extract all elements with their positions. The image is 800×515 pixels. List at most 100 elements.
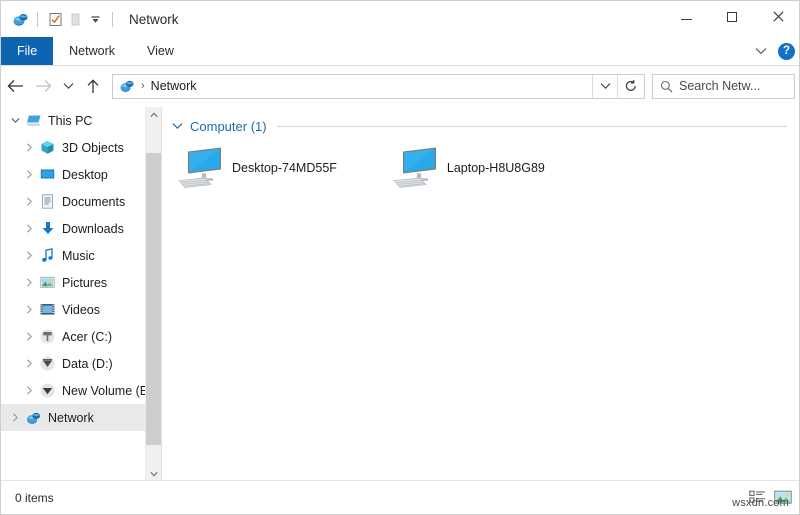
expand-chevron-icon[interactable] [21, 251, 38, 260]
sidebar-item-new-volume-e[interactable]: New Volume (E:) [1, 377, 161, 404]
scrollbar-thumb[interactable] [146, 153, 161, 445]
sidebar-item-label: New Volume (E:) [62, 384, 156, 398]
window-controls [663, 1, 800, 32]
sidebar-item-label: Desktop [62, 168, 108, 182]
expand-chevron-icon[interactable] [21, 386, 38, 395]
tab-network[interactable]: Network [53, 37, 131, 65]
new-folder-icon[interactable] [65, 9, 85, 29]
network-icon[interactable] [10, 9, 30, 29]
scroll-up-icon[interactable] [146, 107, 161, 123]
navigation-pane-scrollbar[interactable] [145, 107, 161, 482]
sidebar-item-label: Pictures [62, 276, 107, 290]
documents-icon [38, 194, 57, 209]
status-item-count: 0 items [15, 491, 54, 505]
address-dropdown-chevron-icon[interactable] [592, 75, 617, 98]
up-button[interactable] [79, 71, 107, 101]
expand-chevron-icon[interactable] [21, 170, 38, 179]
expand-chevron-icon[interactable] [21, 224, 38, 233]
group-collapse-chevron-icon[interactable] [172, 121, 183, 133]
collapse-ribbon-chevron-icon[interactable] [755, 42, 767, 60]
expand-chevron-icon[interactable] [21, 359, 38, 368]
music-icon [38, 248, 57, 263]
group-label: Computer (1) [190, 119, 267, 134]
sidebar-item-label: Music [62, 249, 95, 263]
sidebar-item-pictures[interactable]: Pictures [1, 269, 161, 296]
sidebar-item-label: Videos [62, 303, 100, 317]
file-explorer-window: Network File Network View [0, 0, 800, 515]
expand-chevron-icon[interactable] [7, 117, 24, 124]
search-icon [653, 80, 679, 93]
address-bar: › Network Search Netw... [1, 66, 800, 106]
expand-chevron-icon[interactable] [7, 413, 24, 422]
pictures-icon [38, 276, 57, 289]
drive-icon [38, 356, 57, 371]
watermark: wsxdn.com [732, 497, 789, 509]
list-item-label: Laptop-H8U8G89 [447, 161, 545, 175]
close-button[interactable] [755, 1, 800, 32]
desktop-icon [38, 168, 57, 181]
expand-chevron-icon[interactable] [21, 278, 38, 287]
network-icon [24, 410, 43, 426]
search-placeholder: Search Netw... [679, 79, 760, 93]
computer-icon [174, 145, 228, 191]
ribbon-tab-bar: File Network View ? [1, 37, 800, 65]
forward-button[interactable] [29, 71, 57, 101]
downloads-icon [38, 221, 57, 236]
title-bar: Network [1, 1, 800, 37]
breadcrumb-network-icon [119, 78, 135, 94]
file-items-container: Desktop-74MD55F [162, 134, 800, 196]
search-input[interactable]: Search Netw... [652, 74, 795, 99]
content-area: This PC 3D Objects [1, 107, 800, 482]
sidebar-item-this-pc[interactable]: This PC [1, 107, 161, 134]
drive-icon [38, 329, 57, 344]
tab-view[interactable]: View [131, 37, 190, 65]
window-title: Network [129, 12, 179, 27]
back-button[interactable] [1, 71, 29, 101]
sidebar-item-label: Documents [62, 195, 125, 209]
sidebar-item-label: This PC [48, 114, 92, 128]
file-list-pane[interactable]: Computer (1) [161, 107, 800, 482]
breadcrumb-separator: › [141, 80, 145, 92]
maximize-button[interactable] [709, 1, 755, 32]
status-bar: 0 items wsxdn.com [1, 480, 800, 514]
refresh-button[interactable] [617, 75, 644, 98]
sidebar-item-downloads[interactable]: Downloads [1, 215, 161, 242]
breadcrumb-path: Network [151, 79, 197, 93]
minimize-button[interactable] [663, 1, 709, 32]
videos-icon [38, 303, 57, 316]
breadcrumb[interactable]: › Network [112, 74, 645, 99]
properties-icon[interactable] [45, 9, 65, 29]
ribbon-right-controls: ? [755, 37, 795, 65]
computer-icon [389, 145, 443, 191]
qat-divider-2 [112, 12, 113, 27]
quick-access-toolbar: Network [1, 1, 179, 37]
expand-chevron-icon[interactable] [21, 197, 38, 206]
sidebar-item-label: Downloads [62, 222, 124, 236]
sidebar-item-label: Acer (C:) [62, 330, 112, 344]
drive-icon [38, 383, 57, 398]
sidebar-item-music[interactable]: Music [1, 242, 161, 269]
group-header[interactable]: Computer (1) [162, 107, 800, 134]
help-icon[interactable]: ? [778, 43, 795, 60]
customize-chevron-icon[interactable] [85, 9, 105, 29]
expand-chevron-icon[interactable] [21, 305, 38, 314]
3d-objects-icon [38, 140, 57, 155]
sidebar-item-videos[interactable]: Videos [1, 296, 161, 323]
sidebar-item-documents[interactable]: Documents [1, 188, 161, 215]
expand-chevron-icon[interactable] [21, 143, 38, 152]
sidebar-item-acer-c[interactable]: Acer (C:) [1, 323, 161, 350]
sidebar-item-data-d[interactable]: Data (D:) [1, 350, 161, 377]
this-pc-icon [24, 114, 43, 128]
sidebar-item-3d-objects[interactable]: 3D Objects [1, 134, 161, 161]
sidebar-item-desktop[interactable]: Desktop [1, 161, 161, 188]
sidebar-item-label: 3D Objects [62, 141, 124, 155]
sidebar-item-network[interactable]: Network [1, 404, 161, 431]
group-divider [277, 126, 787, 127]
recent-locations-chevron-icon[interactable] [57, 71, 79, 101]
list-item-label: Desktop-74MD55F [232, 161, 337, 175]
list-item[interactable]: Desktop-74MD55F [174, 140, 337, 196]
qat-divider-1 [37, 12, 38, 27]
expand-chevron-icon[interactable] [21, 332, 38, 341]
list-item[interactable]: Laptop-H8U8G89 [389, 140, 545, 196]
tab-file[interactable]: File [1, 37, 53, 65]
